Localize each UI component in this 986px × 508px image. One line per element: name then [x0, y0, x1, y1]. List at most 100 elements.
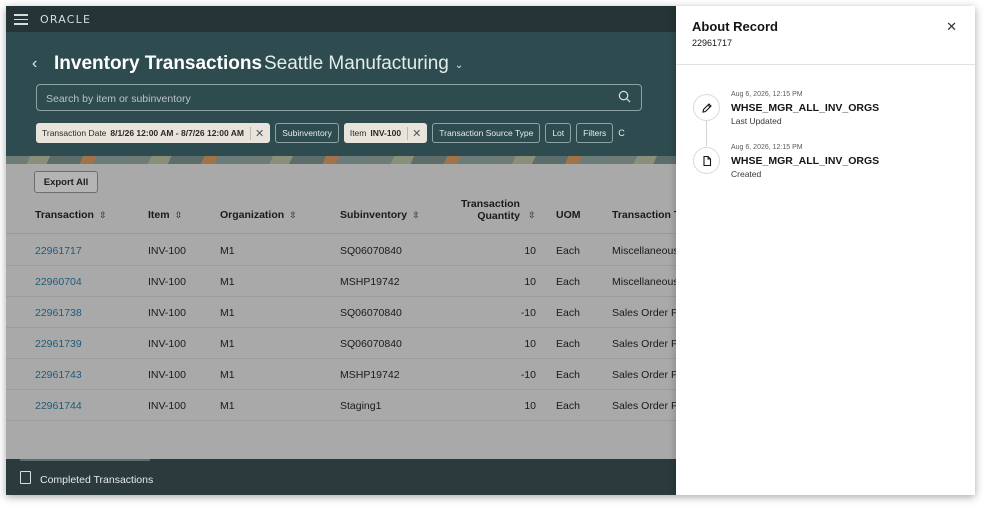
uom-cell: Each — [556, 245, 580, 257]
menu-icon[interactable] — [14, 11, 28, 25]
transaction-type-cell: Miscellaneous — [612, 276, 679, 288]
subinventory-cell: MSHP19742 — [340, 276, 400, 288]
column-label: Transaction — [35, 209, 94, 221]
column-header-quantity[interactable]: Transaction Quantity — [461, 198, 520, 222]
sort-icon[interactable]: ⇳ — [289, 210, 297, 220]
column-label-line1: Transaction — [461, 198, 520, 210]
page-title: Inventory Transactions — [54, 53, 263, 74]
search-input[interactable]: Search by item or subinventory — [36, 84, 642, 111]
transaction-type-cell: Sales Order P — [612, 400, 678, 412]
uom-cell: Each — [556, 338, 580, 350]
document-icon — [693, 147, 720, 174]
event-user: WHSE_MGR_ALL_INV_ORGS — [731, 102, 880, 114]
filter-chip-item[interactable]: Item INV-100 ✕ — [343, 123, 428, 143]
uom-cell: Each — [556, 400, 580, 412]
organization-cell: M1 — [220, 369, 235, 381]
filter-overflow[interactable]: C — [618, 128, 625, 138]
transaction-link[interactable]: 22961717 — [35, 245, 82, 257]
back-icon[interactable]: ‹ — [32, 55, 37, 73]
app-window: ORACLE ‹ Inventory Transactions Seattle … — [6, 6, 975, 495]
event-user: WHSE_MGR_ALL_INV_ORGS — [731, 155, 880, 167]
transaction-link[interactable]: 22960704 — [35, 276, 82, 288]
organization-cell: M1 — [220, 245, 235, 257]
transaction-link[interactable]: 22961743 — [35, 369, 82, 381]
column-header-uom[interactable]: UOM — [556, 209, 581, 221]
column-header-item[interactable]: Item ⇳ — [148, 209, 182, 221]
filters-button[interactable]: Filters — [576, 123, 614, 143]
filter-chip-subinventory[interactable]: Subinventory — [275, 123, 339, 143]
completed-transactions-link[interactable]: Completed Transactions — [40, 474, 153, 486]
quantity-cell: -10 — [520, 307, 536, 319]
event-date: Aug 6, 2026, 12:15 PM — [731, 91, 803, 98]
column-header-subinventory[interactable]: Subinventory ⇳ — [340, 209, 420, 221]
event-action: Last Updated — [731, 116, 782, 126]
organization-selector[interactable]: Seattle Manufacturing ⌄ — [264, 53, 463, 75]
close-icon[interactable]: ✕ — [946, 19, 957, 35]
organization-cell: M1 — [220, 276, 235, 288]
uom-cell: Each — [556, 369, 580, 381]
column-label: Item — [148, 209, 170, 221]
column-header-transaction-type[interactable]: Transaction T — [612, 209, 680, 221]
panel-title: About Record — [692, 19, 778, 34]
column-label-line2: Quantity — [477, 210, 520, 222]
filter-chip-label: Subinventory — [282, 128, 332, 138]
item-cell: INV-100 — [148, 338, 186, 350]
column-label: Organization — [220, 209, 285, 221]
filter-bar: Transaction Date 8/1/26 12:00 AM - 8/7/2… — [36, 123, 625, 143]
filter-chip-transaction-date[interactable]: Transaction Date 8/1/26 12:00 AM - 8/7/2… — [36, 123, 271, 143]
transaction-type-cell: Sales Order P — [612, 369, 678, 381]
checklist-icon — [20, 471, 31, 484]
transaction-link[interactable]: 22961738 — [35, 307, 82, 319]
subinventory-cell: Staging1 — [340, 400, 382, 412]
column-header-organization[interactable]: Organization ⇳ — [220, 209, 297, 221]
organization-cell: M1 — [220, 307, 235, 319]
close-icon[interactable]: ✕ — [249, 126, 264, 140]
transaction-link[interactable]: 22961744 — [35, 400, 82, 412]
uom-cell: Each — [556, 307, 580, 319]
uom-cell: Each — [556, 276, 580, 288]
filter-chip-label: Transaction Source Type — [439, 128, 534, 138]
column-label: Subinventory — [340, 209, 408, 221]
column-header-transaction[interactable]: Transaction ⇳ — [35, 209, 106, 221]
quantity-cell: 10 — [524, 400, 536, 412]
sort-icon[interactable]: ⇳ — [523, 209, 536, 221]
close-icon[interactable]: ✕ — [407, 126, 421, 140]
quantity-cell: 10 — [524, 276, 536, 288]
sort-icon[interactable]: ⇳ — [99, 210, 107, 220]
organization-label: Seattle Manufacturing — [264, 53, 449, 74]
item-cell: INV-100 — [148, 307, 186, 319]
filter-chip-transaction-source-type[interactable]: Transaction Source Type — [432, 123, 541, 143]
chevron-down-icon: ⌄ — [454, 60, 464, 71]
sort-icon[interactable]: ⇳ — [412, 210, 420, 220]
organization-cell: M1 — [220, 338, 235, 350]
search-icon[interactable] — [618, 90, 631, 103]
filter-chip-label: Transaction Date — [42, 128, 107, 138]
export-all-button[interactable]: Export All — [34, 171, 98, 193]
transaction-type-cell: Miscellaneous — [612, 245, 679, 257]
filter-chip-value: INV-100 — [370, 128, 402, 138]
event-date: Aug 6, 2026, 12:15 PM — [731, 144, 803, 151]
record-id: 22961717 — [692, 38, 733, 48]
subinventory-cell: SQ06070840 — [340, 245, 402, 257]
filter-chip-lot[interactable]: Lot — [545, 123, 572, 143]
subinventory-cell: SQ06070840 — [340, 307, 402, 319]
subinventory-cell: MSHP19742 — [340, 369, 400, 381]
filter-chip-label: Item — [349, 128, 367, 138]
pencil-icon — [693, 94, 720, 121]
transaction-link[interactable]: 22961739 — [35, 338, 82, 350]
about-record-panel: About Record 22961717 ✕ Aug 6, 2026, 12:… — [676, 6, 975, 495]
event-action: Created — [731, 169, 762, 179]
quantity-cell: -10 — [520, 369, 536, 381]
oracle-logo: ORACLE — [40, 13, 92, 26]
sort-icon[interactable]: ⇳ — [175, 210, 183, 220]
quantity-cell: 10 — [524, 338, 536, 350]
filter-chip-value: 8/1/26 12:00 AM - 8/7/26 12:00 AM — [110, 128, 244, 138]
filter-chip-label: Lot — [552, 128, 565, 138]
quantity-cell: 10 — [524, 245, 536, 257]
item-cell: INV-100 — [148, 276, 186, 288]
subinventory-cell: SQ06070840 — [340, 338, 402, 350]
item-cell: INV-100 — [148, 400, 186, 412]
transaction-type-cell: Sales Order P — [612, 338, 678, 350]
item-cell: INV-100 — [148, 245, 186, 257]
transaction-type-cell: Sales Order P — [612, 307, 678, 319]
